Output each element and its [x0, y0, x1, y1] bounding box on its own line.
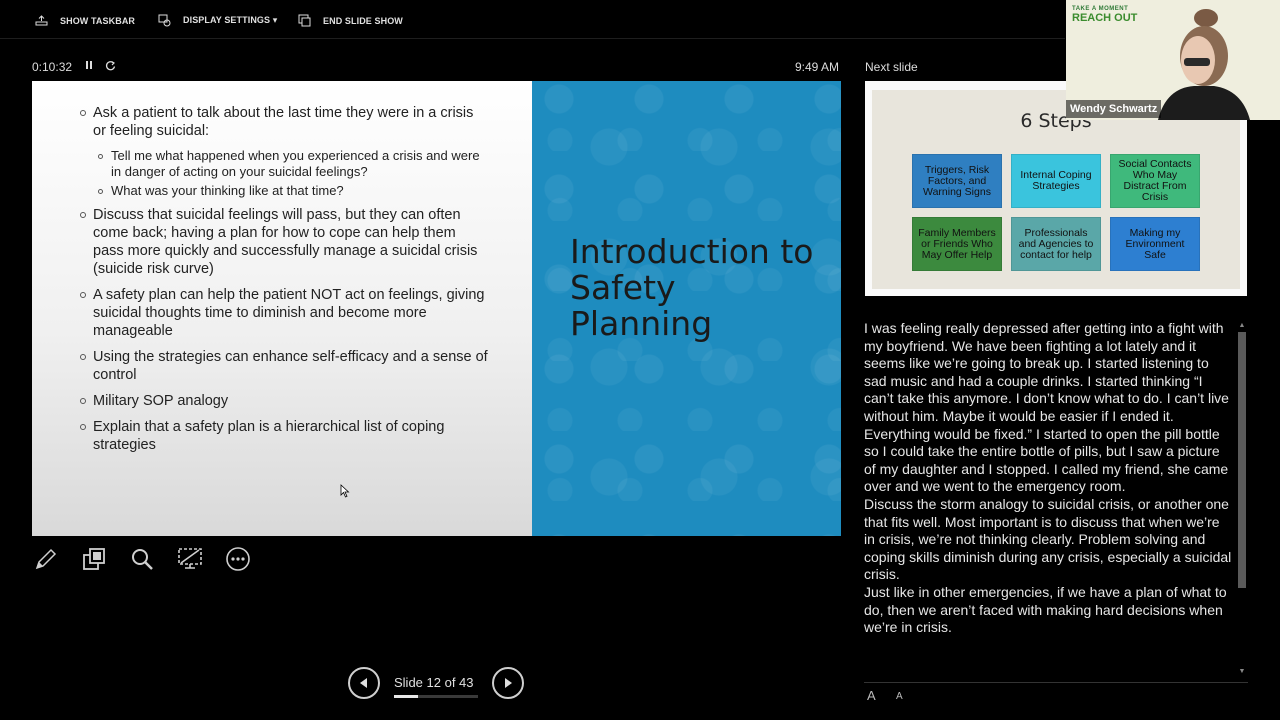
end-slide-show-button[interactable]: END SLIDE SHOW — [298, 14, 403, 27]
slides-grid-icon — [83, 548, 105, 570]
toolbar-divider — [0, 38, 1065, 39]
sub-bullet-item: Tell me what happened when you experienc… — [98, 148, 490, 180]
restart-timer-button[interactable] — [105, 60, 116, 74]
scroll-down-arrow-icon[interactable]: ▼ — [1237, 668, 1247, 676]
current-time: 9:49 AM — [795, 60, 840, 74]
speaker-notes[interactable]: I was feeling really depressed after get… — [864, 320, 1232, 674]
notes-paragraph: Just like in other emergencies, if we ha… — [864, 583, 1227, 636]
play-right-icon — [505, 678, 512, 688]
show-taskbar-button[interactable]: SHOW TASKBAR — [35, 14, 135, 27]
bullet-item: Discuss that suicidal feelings will pass… — [80, 206, 490, 278]
scroll-up-arrow-icon[interactable]: ▲ — [1237, 322, 1247, 330]
notes-divider — [864, 682, 1248, 683]
step-box-social-contacts: Social Contacts Who May Distract From Cr… — [1110, 154, 1200, 208]
bullet-item: Explain that a safety plan is a hierarch… — [80, 418, 490, 454]
slide-title-panel: Introduction to Safety Planning — [532, 81, 841, 536]
display-settings-icon — [158, 14, 171, 27]
display-settings-button[interactable]: DISPLAY SETTINGS ▾ — [158, 14, 277, 27]
restart-icon — [105, 60, 116, 71]
bullet-item: Using the strategies can enhance self-ef… — [80, 348, 490, 384]
pen-icon — [35, 548, 57, 570]
taskbar-icon — [35, 15, 48, 26]
end-show-icon — [298, 14, 311, 27]
participant-name: Wendy Schwartz — [1066, 100, 1162, 118]
slide-progress-fill — [394, 695, 418, 698]
step-box-environment-safe: Making my Environment Safe — [1110, 217, 1200, 271]
next-slide-button[interactable] — [492, 667, 524, 699]
see-all-slides-button[interactable] — [80, 544, 108, 574]
step-box-professionals: Professionals and Agencies to contact fo… — [1011, 217, 1101, 271]
step-box-family-friends: Family Members or Friends Who May Offer … — [912, 217, 1002, 271]
show-taskbar-label: SHOW TASKBAR — [60, 15, 136, 26]
zoom-button[interactable] — [128, 544, 156, 574]
display-settings-label: DISPLAY SETTINGS ▾ — [183, 15, 278, 25]
webcam-video: TAKE A MOMENT REACH OUT Wendy Schwartz — [1066, 0, 1280, 120]
black-screen-button[interactable] — [176, 544, 204, 574]
notes-scroll-thumb[interactable] — [1238, 332, 1246, 588]
pen-tool-button[interactable] — [32, 544, 60, 574]
screen-toggle-icon — [178, 548, 202, 569]
slide-title: Introduction to Safety Planning — [570, 232, 814, 343]
previous-slide-button[interactable] — [348, 667, 380, 699]
notes-paragraph: I was feeling really depressed after get… — [864, 320, 1229, 495]
step-box-internal-coping: Internal Coping Strategies — [1011, 154, 1101, 208]
slide-progress-bar — [394, 695, 478, 698]
slide-content-panel: Ask a patient to talk about the last tim… — [32, 81, 532, 536]
end-slide-show-label: END SLIDE SHOW — [323, 15, 403, 26]
increase-notes-font-button[interactable]: A — [867, 688, 876, 703]
slide-bullet-list: Ask a patient to talk about the last tim… — [80, 104, 490, 462]
pause-timer-button[interactable] — [85, 60, 94, 73]
notes-paragraph: Discuss the storm analogy to suicidal cr… — [864, 495, 1232, 583]
bullet-item: A safety plan can help the patient NOT a… — [80, 286, 490, 340]
bullet-item: Ask a patient to talk about the last tim… — [80, 104, 490, 140]
mouse-pointer-icon — [340, 484, 350, 498]
slide-counter[interactable]: Slide 12 of 43 — [394, 675, 474, 690]
magnifier-icon — [132, 549, 153, 570]
more-options-icon — [226, 547, 250, 571]
more-options-button[interactable] — [224, 544, 252, 574]
step-box-triggers: Triggers, Risk Factors, and Warning Sign… — [912, 154, 1002, 208]
slide-tools — [32, 544, 252, 574]
sub-bullet-item: What was your thinking like at that time… — [98, 183, 490, 199]
elapsed-timer: 0:10:32 — [32, 60, 73, 74]
decrease-notes-font-button[interactable]: A — [896, 691, 903, 702]
bullet-item: Military SOP analogy — [80, 392, 490, 410]
pause-icon — [86, 61, 92, 69]
current-slide[interactable]: Ask a patient to talk about the last tim… — [32, 81, 841, 536]
play-left-icon — [360, 678, 367, 688]
next-slide-label: Next slide — [865, 60, 918, 74]
